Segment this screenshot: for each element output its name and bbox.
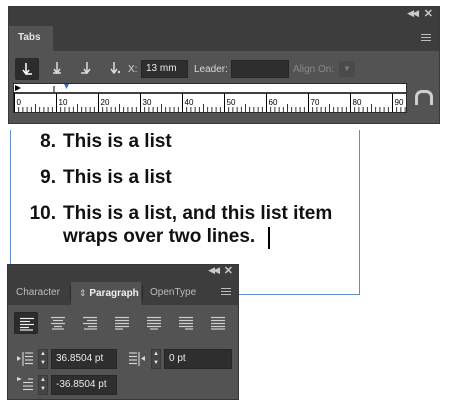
screen: ◀◀ ✕ Tabs X: 13 mm Leader: Align On: ▼ 0… <box>0 0 449 400</box>
justify-all-button[interactable] <box>206 312 230 334</box>
center-justified-tab-button[interactable] <box>45 58 69 80</box>
align-center-button[interactable] <box>46 312 70 334</box>
decimal-tab-arrow-icon <box>110 62 121 75</box>
list-text: This is a list <box>63 131 172 152</box>
left-indent-stepper[interactable]: ▲ ▼ <box>38 349 48 369</box>
justify-last-right-button[interactable] <box>174 312 198 334</box>
collapse-icon[interactable]: ◀◀ <box>407 8 419 19</box>
align-on-label: Align On: <box>293 64 335 75</box>
justify-all-icon <box>211 316 225 330</box>
center-tab-arrow-icon <box>53 62 61 75</box>
leader-label: Leader: <box>194 64 228 75</box>
ruler-label: 10 <box>59 98 68 107</box>
ruler-label: 20 <box>101 98 110 107</box>
tab-opentype[interactable]: OpenType <box>142 282 206 305</box>
align-on-field[interactable]: ▼ <box>339 61 355 77</box>
list-text: wraps over two lines. <box>63 226 256 247</box>
paragraph-panel-tabbar: Character ⇕ Paragraph OpenType <box>8 277 238 305</box>
right-indent-field[interactable]: 0 pt <box>164 349 232 369</box>
justify-last-center-icon <box>147 316 161 330</box>
ruler-label: 50 <box>227 98 236 107</box>
indent-marker-icon[interactable] <box>15 85 21 91</box>
align-to-decimal-tab-button[interactable] <box>103 58 127 80</box>
close-icon[interactable]: ✕ <box>424 7 433 20</box>
align-center-icon <box>51 316 65 330</box>
list-number: 9. <box>40 167 56 188</box>
panel-menu-icon[interactable] <box>421 34 431 41</box>
collapse-icon[interactable]: ◀◀ <box>208 265 220 276</box>
x-position-field[interactable]: 13 mm <box>141 60 188 78</box>
tab-character[interactable]: Character <box>8 282 70 305</box>
tab-paragraph[interactable]: ⇕ Paragraph <box>71 282 141 305</box>
align-right-button[interactable] <box>78 312 102 334</box>
x-label: X: <box>128 64 138 75</box>
justify-last-left-icon <box>115 316 129 330</box>
list-text: This is a list <box>63 167 172 188</box>
ruler-label: 40 <box>185 98 194 107</box>
first-line-indent-field[interactable]: -36.8504 pt <box>51 375 117 395</box>
tabs-panel: ◀◀ ✕ Tabs X: 13 mm Leader: Align On: ▼ 0… <box>8 6 440 124</box>
tab-stop-marker-icon[interactable] <box>64 84 69 89</box>
ruler-scale: 0 10 20 30 40 50 60 70 80 90 <box>14 84 406 112</box>
ruler-label: 30 <box>143 98 152 107</box>
ruler-label: 70 <box>311 98 320 107</box>
text-cursor <box>268 227 270 249</box>
left-indent-field[interactable]: 36.8504 pt <box>51 349 117 369</box>
tab-reorder-icon: ⇕ <box>79 288 87 298</box>
left-justified-tab-button[interactable] <box>15 58 39 80</box>
tab-paragraph-label: Paragraph <box>89 288 139 299</box>
position-panel-above-frame-icon[interactable] <box>414 89 433 105</box>
align-left-icon <box>20 317 34 331</box>
panel-chrome: ◀◀ ✕ <box>8 265 238 277</box>
ruler-label: 0 <box>17 98 22 107</box>
justify-last-center-button[interactable] <box>142 312 166 334</box>
list-number: 8. <box>40 131 56 152</box>
right-indent-icon <box>129 352 145 366</box>
left-indent-icon <box>17 352 33 366</box>
first-line-indent-stepper[interactable]: ▲ ▼ <box>38 375 48 395</box>
justify-last-left-button[interactable] <box>110 312 134 334</box>
justify-last-right-icon <box>179 316 193 330</box>
panel-menu-icon[interactable] <box>221 288 231 295</box>
ruler-label: 90 <box>395 98 404 107</box>
ruler-label: 60 <box>269 98 278 107</box>
align-left-button[interactable] <box>14 312 38 334</box>
ruler-label: 80 <box>353 98 362 107</box>
tabs-toolbar: X: 13 mm Leader: Align On: ▼ <box>9 51 439 83</box>
close-icon[interactable]: ✕ <box>224 264 233 277</box>
right-tab-arrow-icon <box>81 62 91 75</box>
right-justified-tab-button[interactable] <box>74 58 98 80</box>
tab-ruler[interactable]: 0 10 20 30 40 50 60 70 80 90 <box>13 83 407 113</box>
panel-chrome: ◀◀ ✕ <box>9 7 439 21</box>
align-right-icon <box>83 316 97 330</box>
left-tab-arrow-icon <box>22 63 32 76</box>
list-number: 10. <box>29 203 56 224</box>
first-line-indent-icon <box>17 377 33 391</box>
tab-tabs[interactable]: Tabs <box>9 26 53 51</box>
leader-field[interactable] <box>231 60 289 78</box>
paragraph-panel: ◀◀ ✕ Character ⇕ Paragraph OpenType ▲ ▼ … <box>7 264 239 400</box>
right-indent-stepper[interactable]: ▲ ▼ <box>151 349 161 369</box>
tabs-panel-tabbar: Tabs <box>9 21 439 51</box>
list-text: This is a list, and this list item <box>63 203 333 224</box>
